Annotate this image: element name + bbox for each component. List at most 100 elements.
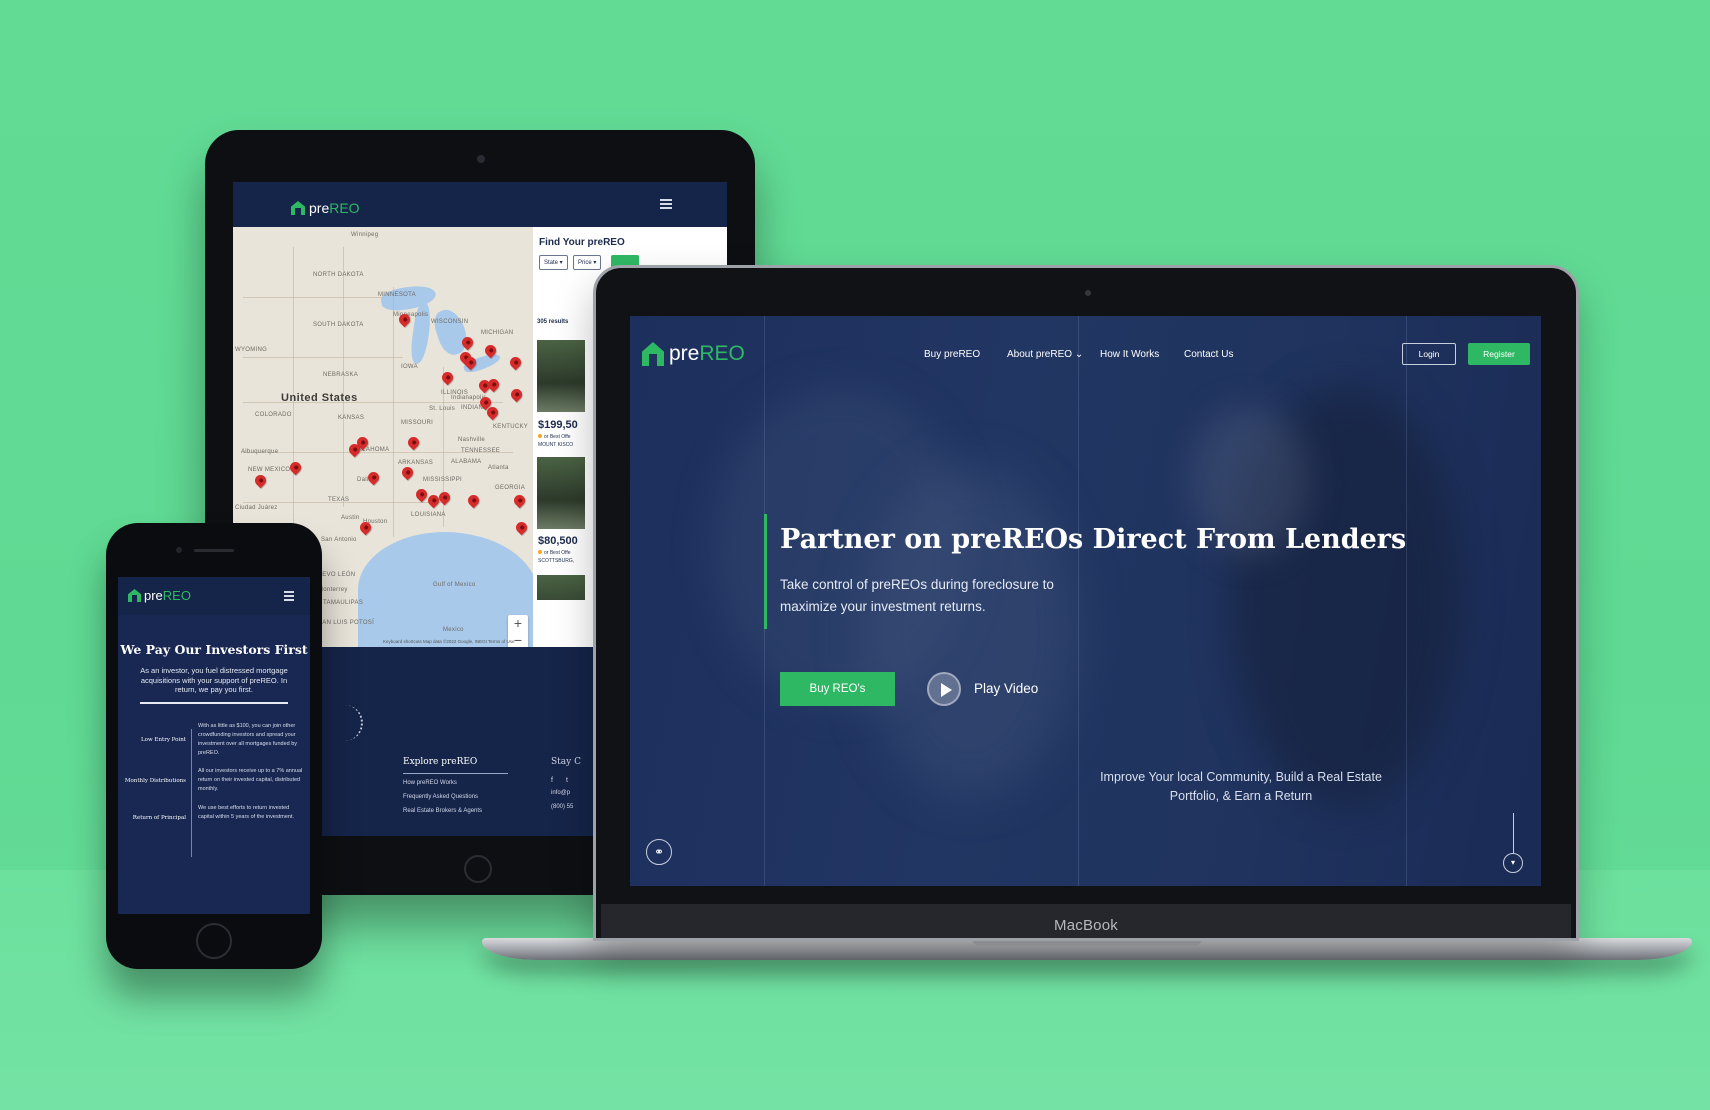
map-label: TENNESSEE (461, 448, 501, 454)
logo-text: preREO (309, 200, 360, 216)
find-title: Find Your preREO (539, 237, 625, 248)
feature-description: With as little as $100, you can join oth… (198, 723, 298, 756)
login-button[interactable]: Login (1402, 343, 1456, 365)
feature-label: Low Entry Point (141, 737, 186, 743)
laptop-screen: preREO Buy preREO About preREO ⌄ How It … (630, 316, 1541, 886)
price-filter[interactable]: Price ▾ (573, 255, 602, 270)
map-label: ALABAMA (451, 459, 482, 465)
facebook-icon[interactable]: f (551, 777, 553, 784)
map-country-label: United States (281, 392, 358, 404)
phone-screen: preREO We Pay Our Investors First As an … (118, 577, 310, 914)
map-pin[interactable] (465, 492, 482, 509)
map-label: San Antonio (321, 537, 357, 543)
tablet-home-button (464, 855, 492, 883)
map-label: MISSOURI (401, 420, 434, 426)
map-label: Nashville (458, 437, 486, 443)
phone-device: preREO We Pay Our Investors First As an … (106, 523, 322, 969)
zoom-in-button[interactable]: + (508, 615, 528, 632)
map-attribution: Keyboard shortcuts Map data ©2022 Google… (383, 639, 515, 644)
tablet-camera (477, 155, 485, 163)
map-label: KANSAS (338, 415, 365, 421)
chevron-down-icon[interactable]: ▾ (1503, 853, 1523, 873)
phone-speaker (194, 549, 234, 552)
map-label: GEORGIA (495, 485, 526, 491)
footer-link[interactable]: Frequently Asked Questions (403, 794, 478, 800)
listing-photo[interactable] (537, 457, 585, 529)
listing-city: SCOTTSBURG, (538, 558, 575, 564)
phone-home-button (196, 923, 232, 959)
map-pin[interactable] (508, 386, 525, 403)
feature-label: Return of Principal (132, 815, 186, 821)
play-icon[interactable] (927, 672, 961, 706)
map-label: MISSISSIPPI (423, 477, 462, 483)
feature-description: All our investors receive up to a 7% ann… (198, 768, 303, 792)
scroll-indicator-line (1513, 813, 1514, 853)
nav-how-it-works[interactable]: How It Works (1100, 349, 1159, 360)
menu-icon[interactable] (284, 591, 294, 601)
map-label: ARKANSAS (398, 460, 434, 466)
house-logo-icon (642, 342, 664, 366)
lake-michigan (408, 301, 434, 365)
map-label: NEW MEXICO (248, 467, 291, 473)
map-label: Albuquerque (241, 449, 279, 455)
map-pin[interactable] (507, 354, 524, 371)
hero-tagline: Improve Your local Community, Build a Re… (1100, 770, 1382, 803)
hero-photo-figure (860, 466, 1080, 796)
phone-logo[interactable]: preREO (128, 588, 191, 603)
award-badge-icon (345, 705, 363, 741)
listing-city: MOUNT KISCO (538, 442, 574, 448)
section-divider (140, 702, 288, 704)
map-label: TAMAULIPAS (323, 600, 364, 606)
map-label: Austin (341, 515, 360, 521)
house-logo-icon (128, 589, 141, 602)
logo-text: preREO (669, 342, 745, 365)
share-icon[interactable]: ⚭ (646, 839, 672, 865)
map-label: Gulf of Mexico (433, 582, 476, 588)
map-pin[interactable] (513, 519, 530, 536)
listing-photo[interactable] (537, 575, 585, 600)
tablet-logo[interactable]: preREO (291, 200, 360, 216)
listing-photo[interactable] (537, 340, 585, 412)
site-logo[interactable]: preREO (642, 342, 745, 366)
map-pin[interactable] (252, 472, 269, 489)
state-filter[interactable]: State ▾ (539, 255, 568, 270)
map-pin[interactable] (405, 434, 422, 451)
footer-link[interactable]: How preREO Works (403, 780, 457, 786)
nav-contact-us[interactable]: Contact Us (1184, 349, 1233, 360)
hero-accent-bar (764, 514, 767, 629)
map-label: MINNESOTA (378, 292, 416, 298)
register-button[interactable]: Register (1468, 343, 1530, 365)
lake-huron (430, 305, 472, 359)
buy-reos-button[interactable]: Buy REO's (780, 672, 895, 706)
map-label: St. Louis (429, 406, 456, 412)
contact-email[interactable]: info@p (551, 790, 570, 796)
phone-navbar: preREO (118, 577, 310, 615)
map-label: NORTH DAKOTA (313, 272, 364, 278)
listing-note: or Best Offe (538, 550, 571, 556)
map-label: TEXAS (328, 497, 350, 503)
map-pin[interactable] (485, 376, 502, 393)
map-label: IOWA (401, 364, 418, 370)
house-logo-icon (291, 201, 305, 215)
map-pin[interactable] (511, 492, 528, 509)
logo-text: preREO (144, 588, 191, 603)
device-label: MacBook (1054, 917, 1118, 934)
map-pin[interactable] (399, 464, 416, 481)
feature-label: Monthly Distributions (124, 778, 186, 784)
contact-phone[interactable]: (800) 55 (551, 804, 573, 810)
nav-about-prereo[interactable]: About preREO ⌄ (1007, 349, 1083, 360)
map-label: NEBRASKA (323, 372, 359, 378)
footer-link[interactable]: Real Estate Brokers & Agents (403, 808, 482, 814)
phone-camera (176, 547, 182, 553)
menu-icon[interactable] (660, 199, 672, 209)
explore-heading: Explore preREO (403, 757, 478, 767)
play-video-link[interactable]: Play Video (974, 681, 1038, 696)
listing-note: or Best Offe (538, 434, 571, 440)
nav-buy-prereo[interactable]: Buy preREO (924, 349, 980, 360)
listing-price: $80,500 (538, 535, 578, 547)
map-label: Mexico (443, 627, 464, 633)
map-label: SAN LUIS POTOSÍ (318, 620, 375, 626)
hero-subtext: Take control of preREOs during foreclosu… (780, 577, 1054, 614)
feature-divider (191, 729, 192, 857)
twitter-icon[interactable]: t (566, 777, 568, 784)
